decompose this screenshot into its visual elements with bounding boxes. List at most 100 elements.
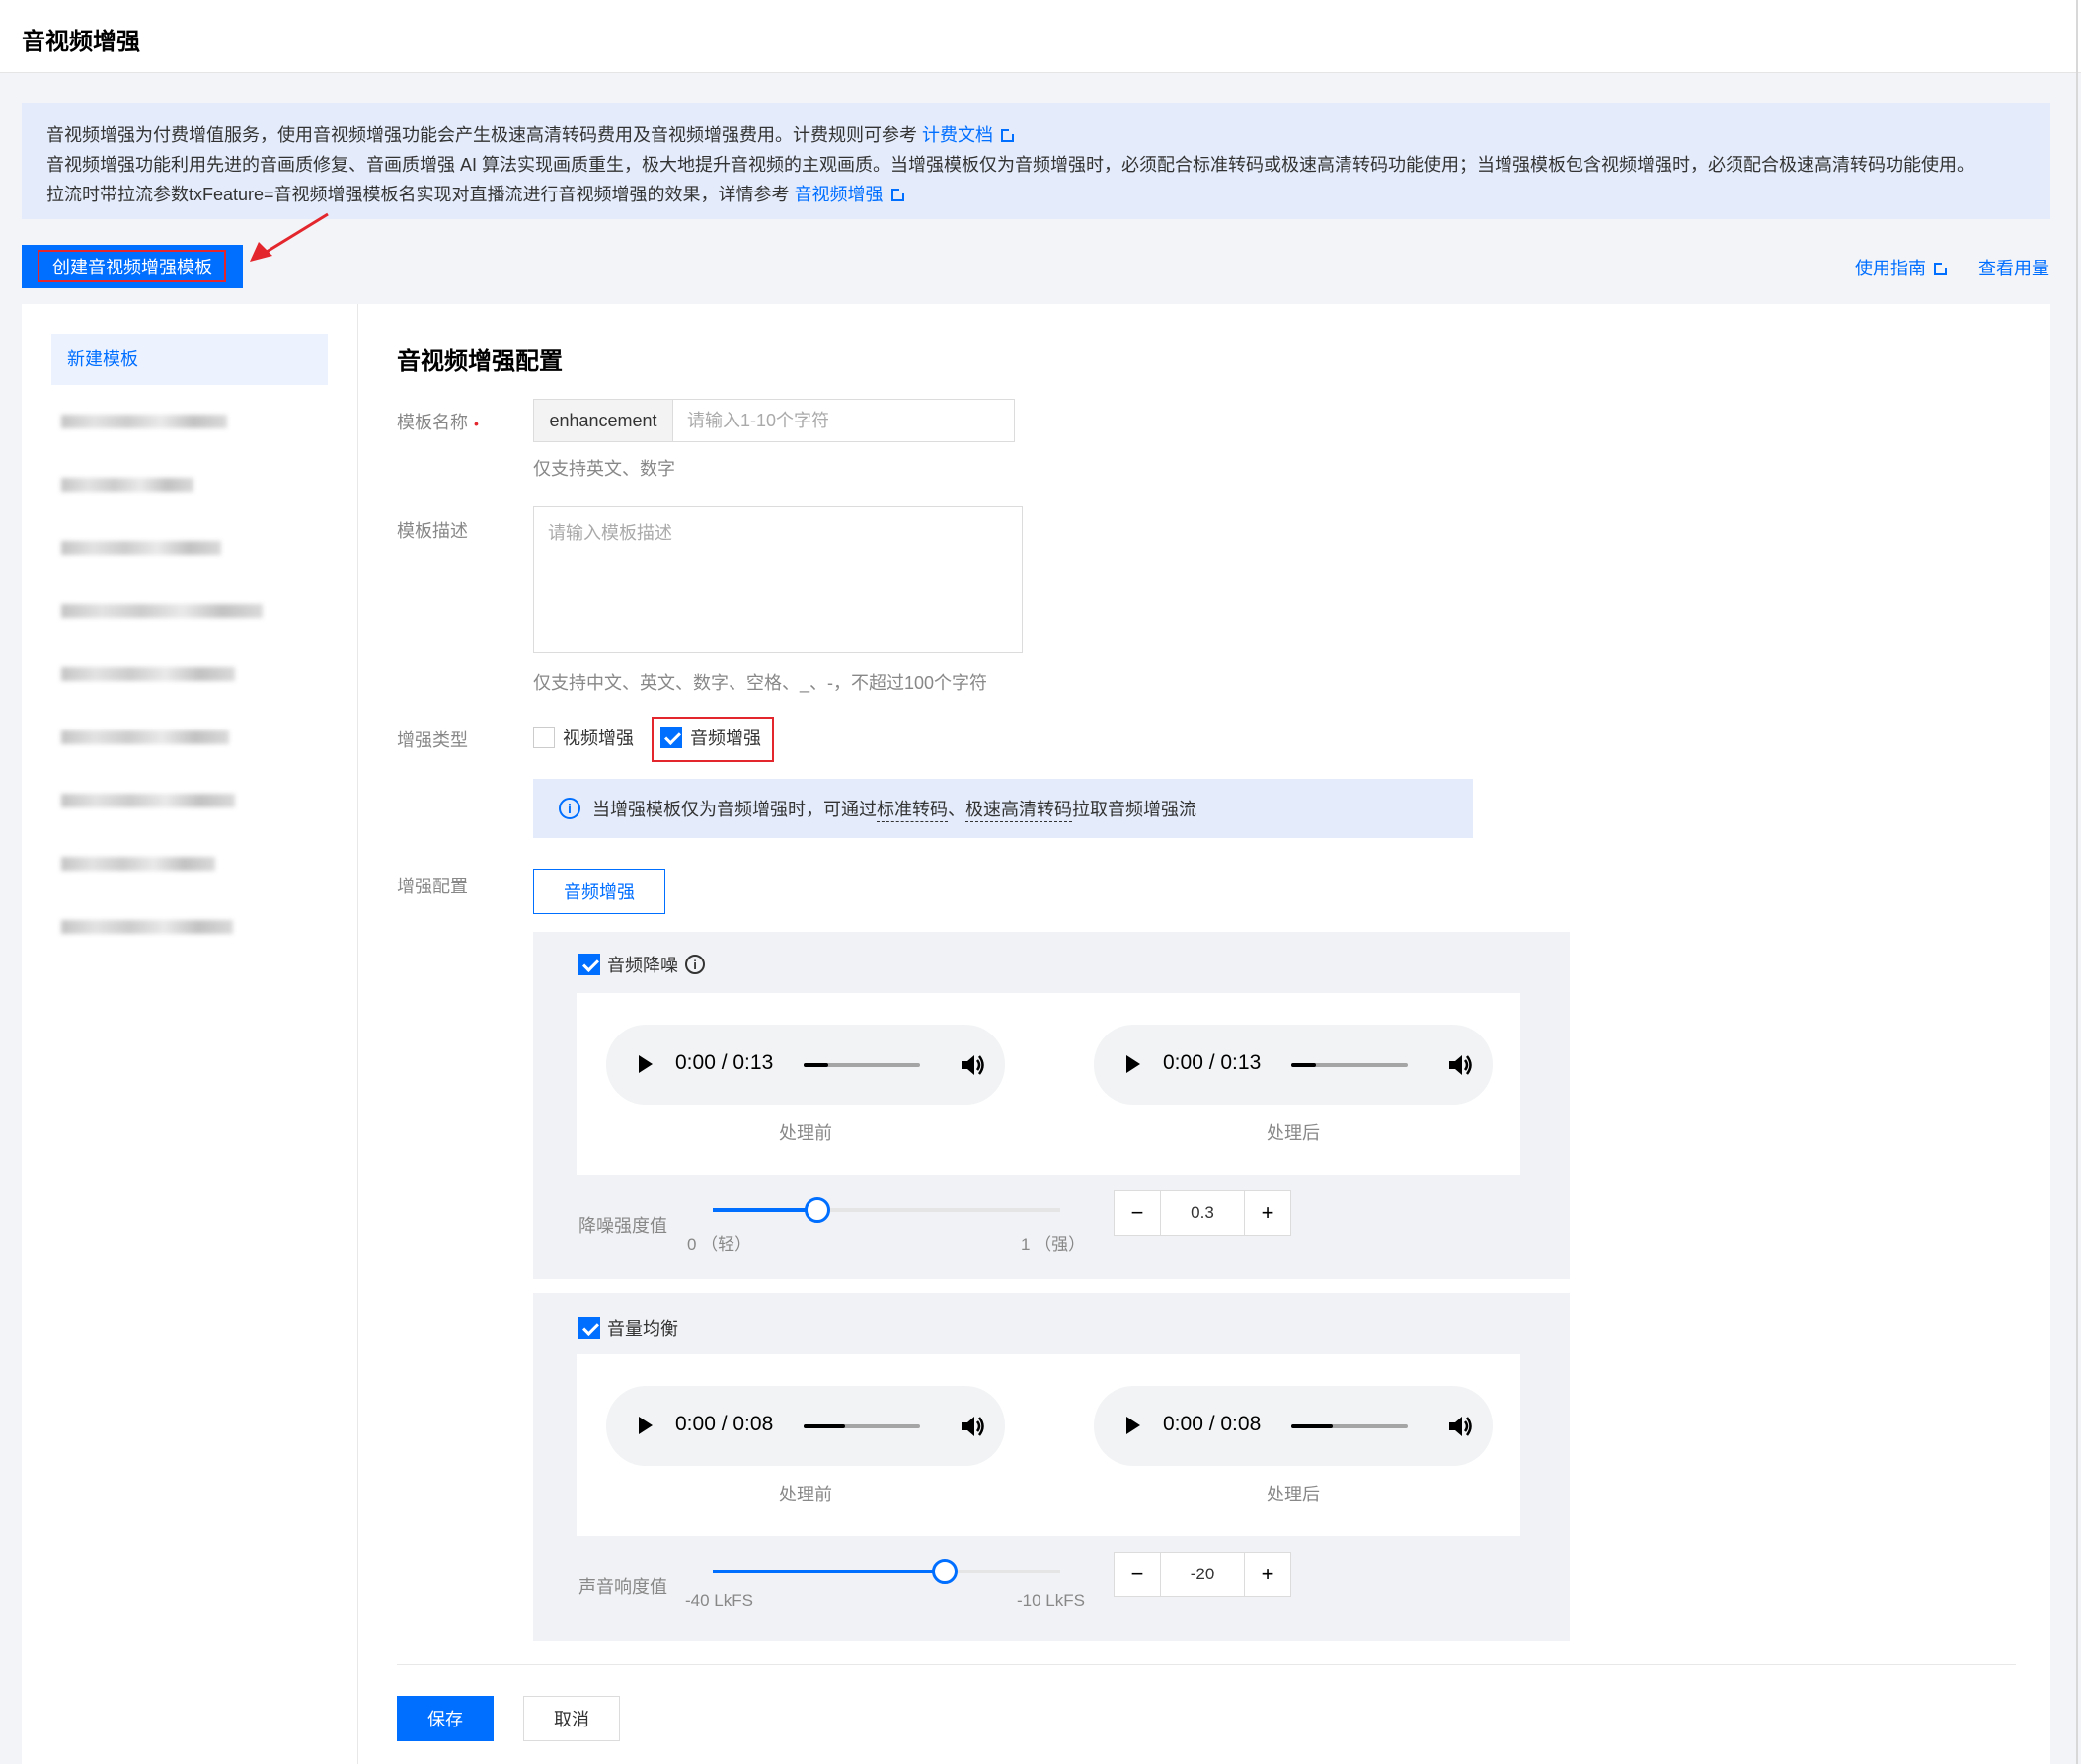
play-icon[interactable] xyxy=(1126,1055,1140,1073)
main-card: 新建模板 音视频增强配置 模板名称• enhancement 仅支持英文、数字 … xyxy=(22,304,2050,1764)
denoise-strength-label: 降噪强度值 xyxy=(578,1216,667,1236)
footer-divider xyxy=(397,1664,2016,1665)
enhance-config-label: 增强配置 xyxy=(397,877,468,896)
template-desc-input[interactable] xyxy=(533,506,1023,653)
slider-min-label: -40 LkFS xyxy=(685,1591,753,1610)
play-icon[interactable] xyxy=(639,1055,653,1073)
template-name-field: enhancement xyxy=(533,399,1015,442)
audio-enhance-checkbox[interactable]: 音频增强 xyxy=(660,725,761,750)
av-enhance-doc-link[interactable]: 音视频增强 xyxy=(795,185,905,204)
denoise-slider[interactable] xyxy=(713,1197,1060,1223)
required-mark: • xyxy=(474,416,479,431)
name-prefix: enhancement xyxy=(534,400,673,441)
play-icon[interactable] xyxy=(1126,1417,1140,1434)
external-link-icon xyxy=(1934,262,1948,275)
increment-button[interactable]: + xyxy=(1245,1553,1290,1596)
section-title: 音视频增强配置 xyxy=(397,348,563,375)
loudness-panel: 音量均衡 0:00 / 0:08 处理前 0:00 / 0:08 处理后 声音响… xyxy=(533,1293,1570,1641)
audio-player-after: 0:00 / 0:08 xyxy=(1094,1386,1493,1466)
sidebar-item-blurred[interactable] xyxy=(61,667,235,681)
notice-banner: 音视频增强为付费增值服务，使用音视频增强功能会产生极速高清转码费用及音视频增强费… xyxy=(22,103,2050,219)
decrement-button[interactable]: − xyxy=(1115,1191,1160,1235)
decrement-button[interactable]: − xyxy=(1115,1553,1160,1596)
sidebar-item-blurred[interactable] xyxy=(61,415,227,428)
annotation-arrow-icon xyxy=(250,212,329,262)
checkbox-checked-icon xyxy=(578,954,600,975)
loudness-slider[interactable] xyxy=(713,1559,1060,1584)
standard-transcode-link[interactable]: 标准转码 xyxy=(877,796,948,822)
loudness-stepper: − -20 + xyxy=(1114,1552,1291,1597)
before-caption: 处理前 xyxy=(779,1123,832,1143)
enhance-type-label: 增强类型 xyxy=(397,730,468,750)
sidebar-item-blurred[interactable] xyxy=(61,478,193,492)
info-icon: i xyxy=(559,798,580,819)
sidebar-item-blurred[interactable] xyxy=(61,920,233,934)
notice-line-1: 音视频增强为付费增值服务，使用音视频增强功能会产生极速高清转码费用及音视频增强费… xyxy=(46,125,917,145)
loudness-checkbox[interactable]: 音量均衡 xyxy=(578,1315,678,1341)
denoise-audio-compare: 0:00 / 0:13 处理前 0:00 / 0:13 处理后 xyxy=(577,993,1520,1175)
template-desc-label: 模板描述 xyxy=(397,521,468,541)
slider-fill xyxy=(713,1570,945,1573)
video-enhance-checkbox[interactable]: 视频增强 xyxy=(533,725,634,750)
usage-guide-link[interactable]: 使用指南 xyxy=(1855,255,1948,280)
external-link-icon xyxy=(890,188,905,201)
info-icon[interactable]: i xyxy=(685,955,705,974)
loudness-audio-compare: 0:00 / 0:08 处理前 0:00 / 0:08 处理后 xyxy=(577,1354,1520,1536)
audio-player-after: 0:00 / 0:13 xyxy=(1094,1025,1493,1105)
checkbox-unchecked-icon xyxy=(533,727,555,748)
loudness-label: 声音响度值 xyxy=(578,1577,667,1597)
highlight-box xyxy=(38,250,226,282)
sidebar-item-new-template[interactable]: 新建模板 xyxy=(51,334,328,385)
slider-handle[interactable] xyxy=(931,1559,958,1584)
hd-transcode-link[interactable]: 极速高清转码 xyxy=(965,796,1072,822)
slider-handle[interactable] xyxy=(804,1197,830,1223)
denoise-panel: 音频降噪 i 0:00 / 0:13 处理前 0:00 / 0:13 处理后 降… xyxy=(533,932,1570,1279)
increment-button[interactable]: + xyxy=(1245,1191,1290,1235)
checkbox-checked-icon xyxy=(660,727,682,748)
audio-only-info: i 当增强模板仅为音频增强时，可通过 标准转码 、 极速高清转码 拉取音频增强流 xyxy=(533,779,1473,838)
before-caption: 处理前 xyxy=(779,1485,832,1504)
sidebar-item-blurred[interactable] xyxy=(61,857,215,871)
audio-player-before: 0:00 / 0:13 xyxy=(606,1025,1005,1105)
play-icon[interactable] xyxy=(639,1417,653,1434)
slider-min-label: 0 （轻） xyxy=(687,1235,752,1254)
top-bar: 音视频增强 xyxy=(0,0,2081,73)
slider-max-label: 1 （强） xyxy=(1021,1235,1086,1254)
denoise-stepper: − 0.3 + xyxy=(1114,1190,1291,1236)
template-name-label: 模板名称 • xyxy=(397,413,479,432)
page-title: 音视频增强 xyxy=(22,29,140,55)
after-caption: 处理后 xyxy=(1267,1485,1320,1504)
slider-max-label: -10 LkFS xyxy=(1017,1591,1085,1610)
template-sidebar: 新建模板 xyxy=(22,304,358,1764)
loudness-value[interactable]: -20 xyxy=(1160,1553,1245,1596)
template-name-input[interactable] xyxy=(673,400,1014,441)
volume-icon[interactable] xyxy=(960,1415,985,1438)
scrollbar[interactable] xyxy=(2076,0,2078,1764)
sidebar-item-blurred[interactable] xyxy=(61,730,229,744)
sidebar-item-blurred[interactable] xyxy=(61,604,263,618)
slider-fill xyxy=(713,1208,817,1212)
create-template-button[interactable]: 创建音视频增强模板 xyxy=(22,245,243,288)
name-help-text: 仅支持英文、数字 xyxy=(533,459,675,479)
external-link-icon xyxy=(1001,128,1016,142)
seek-bar[interactable] xyxy=(804,1424,920,1428)
sidebar-item-blurred[interactable] xyxy=(61,794,235,807)
denoise-value[interactable]: 0.3 xyxy=(1160,1191,1245,1235)
sidebar-item-blurred[interactable] xyxy=(61,541,221,555)
volume-icon[interactable] xyxy=(1447,1053,1473,1077)
after-caption: 处理后 xyxy=(1267,1123,1320,1143)
volume-icon[interactable] xyxy=(960,1053,985,1077)
seek-bar[interactable] xyxy=(804,1063,920,1067)
cancel-button[interactable]: 取消 xyxy=(523,1696,620,1741)
checkbox-checked-icon xyxy=(578,1317,600,1339)
notice-line-3: 拉流时带拉流参数txFeature=音视频增强模板名实现对直播流进行音视频增强的… xyxy=(46,185,790,204)
notice-line-2: 音视频增强功能利用先进的音画质修复、音画质增强 AI 算法实现画质重生，极大地提… xyxy=(46,155,1974,175)
tab-audio-enhance[interactable]: 音频增强 xyxy=(533,869,665,914)
billing-doc-link[interactable]: 计费文档 xyxy=(922,125,1016,145)
seek-bar[interactable] xyxy=(1291,1063,1408,1067)
seek-bar[interactable] xyxy=(1291,1424,1408,1428)
save-button[interactable]: 保存 xyxy=(397,1696,494,1741)
denoise-checkbox[interactable]: 音频降噪 i xyxy=(578,952,705,977)
view-usage-link[interactable]: 查看用量 xyxy=(1978,255,2049,280)
volume-icon[interactable] xyxy=(1447,1415,1473,1438)
